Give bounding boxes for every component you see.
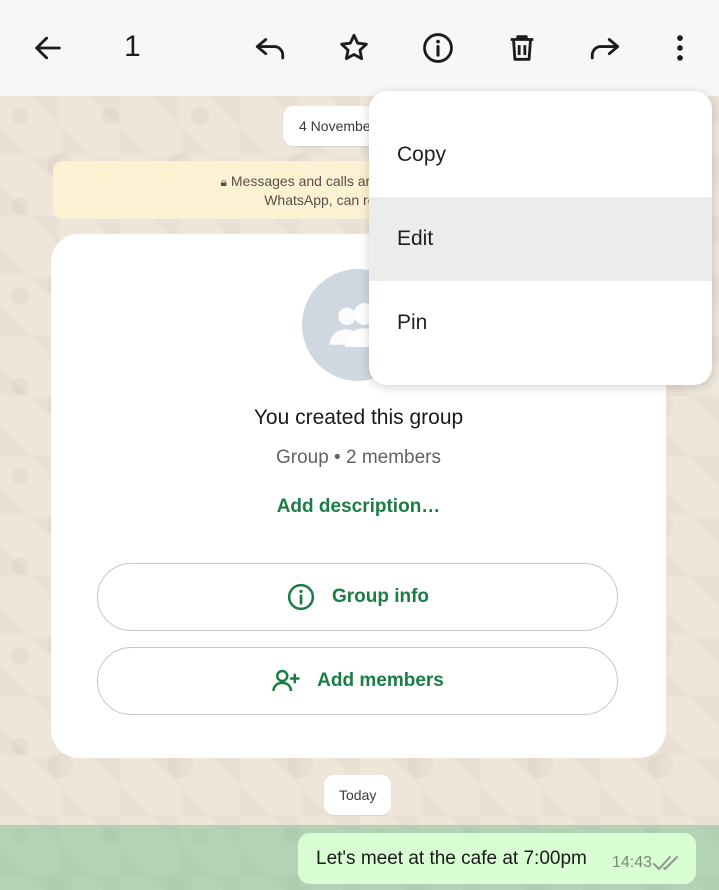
add-members-button[interactable]: Add members xyxy=(97,647,618,715)
group-created-title: You created this group xyxy=(253,406,464,429)
selected-count: 1 xyxy=(124,30,141,63)
overflow-menu: Copy Edit Pin xyxy=(369,91,712,385)
delete-icon[interactable] xyxy=(502,28,542,68)
more-vert-icon[interactable] xyxy=(660,28,700,68)
double-check-icon xyxy=(653,856,678,870)
add-description-link[interactable]: Add description… xyxy=(51,496,666,518)
selection-toolbar: 1 xyxy=(0,0,719,96)
lock-icon: 🔒︎ xyxy=(220,175,227,189)
add-person-icon xyxy=(272,669,300,692)
forward-icon[interactable] xyxy=(585,28,625,68)
add-members-label: Add members xyxy=(317,670,444,691)
menu-item-copy[interactable]: Copy xyxy=(369,113,712,197)
message-text: Let's meet at the cafe at 7:00pm xyxy=(316,847,587,869)
message-bubble[interactable]: Let's meet at the cafe at 7:00pm 14:43 xyxy=(298,833,696,884)
menu-item-pin[interactable]: Pin xyxy=(369,281,712,365)
group-member-count: Group • 2 members xyxy=(275,447,442,468)
info-icon[interactable] xyxy=(418,28,458,68)
star-icon[interactable] xyxy=(334,28,374,68)
group-info-label: Group info xyxy=(331,586,430,607)
reply-icon[interactable] xyxy=(250,28,290,68)
info-icon xyxy=(287,583,315,611)
back-arrow-icon[interactable] xyxy=(28,28,68,68)
message-time: 14:43 xyxy=(611,854,652,871)
menu-item-edit[interactable]: Edit xyxy=(369,197,712,281)
today-chip: Today xyxy=(324,775,392,815)
group-info-button[interactable]: Group info xyxy=(97,563,618,631)
